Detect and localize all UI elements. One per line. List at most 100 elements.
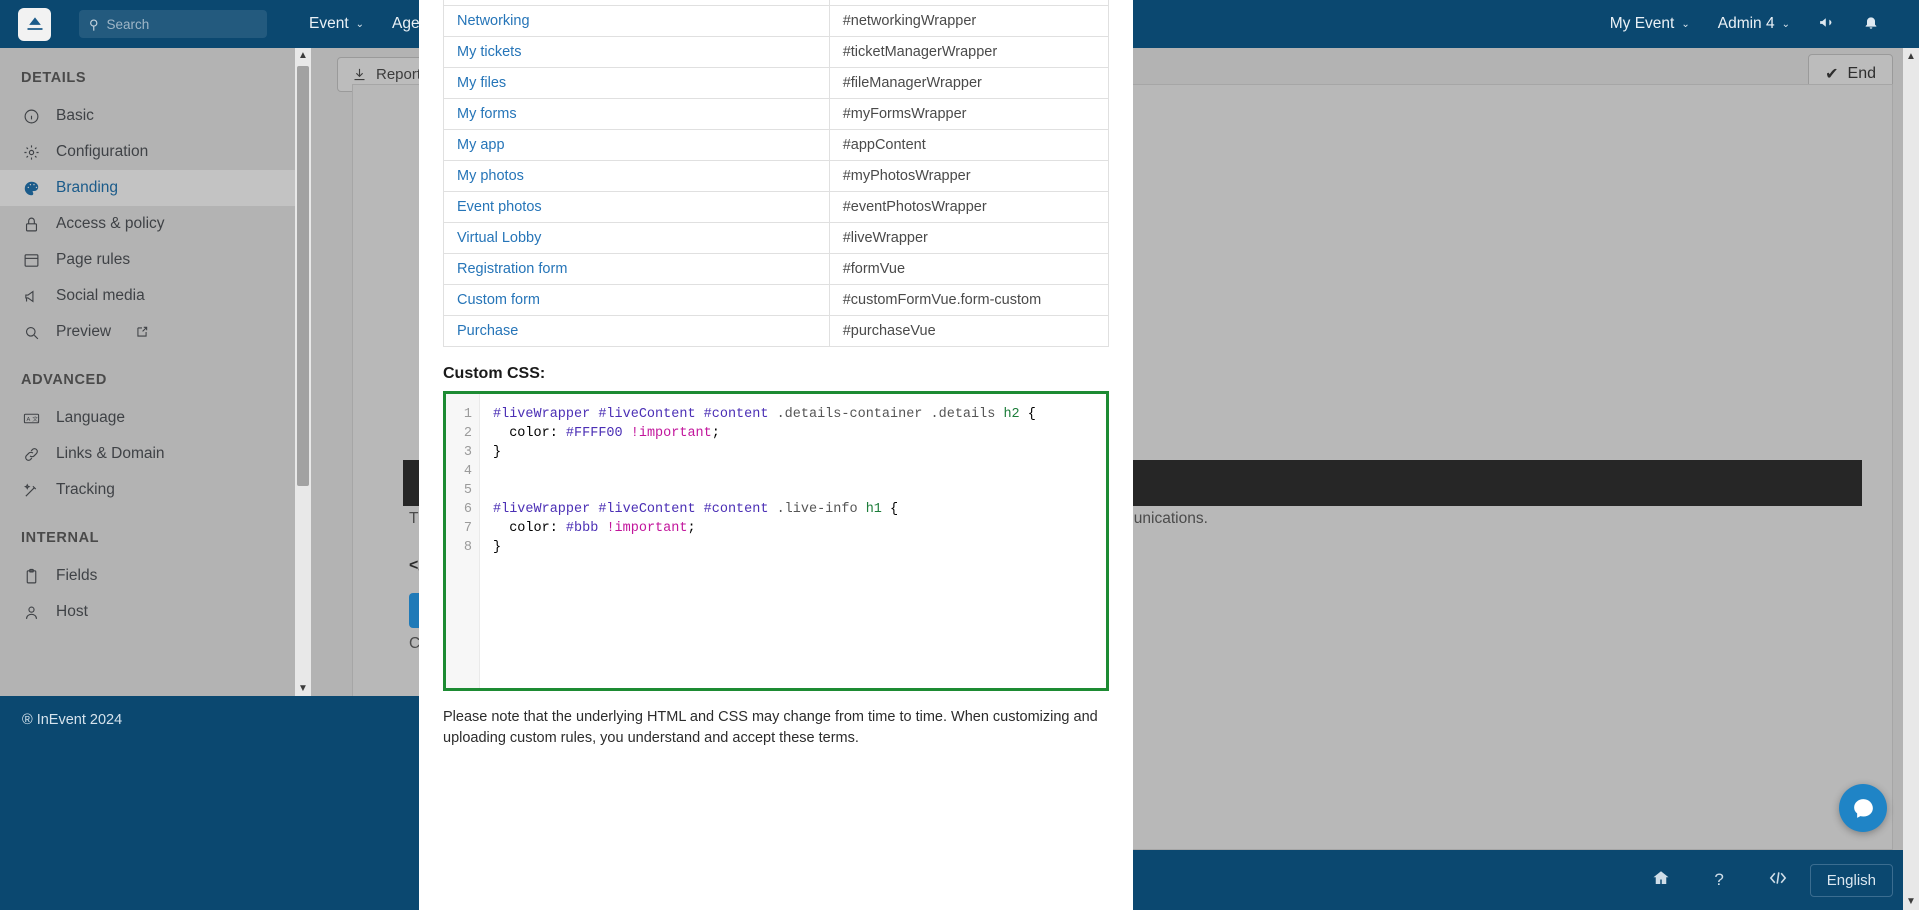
lock-icon — [22, 215, 41, 234]
page-scrollbar[interactable]: ▲ ▼ — [1903, 48, 1919, 910]
search-input[interactable] — [106, 16, 257, 32]
megaphone-icon[interactable] — [1804, 14, 1849, 35]
check-icon: ✔ — [1825, 66, 1839, 83]
app-root: ⚲ Event ⌄ Agenda ⌄ My Event ⌄ Admin 4 ⌄ — [0, 0, 1919, 910]
sidebar-item-configuration[interactable]: Configuration — [0, 134, 295, 170]
gear-icon — [22, 143, 41, 162]
page-footer: ? English — [1133, 850, 1919, 910]
logo-glyph — [27, 17, 42, 30]
intercom-chat-button[interactable] — [1839, 784, 1887, 832]
search-icon — [22, 323, 41, 342]
translate-icon: A文 — [22, 409, 41, 428]
sidebar-item-page-rules-label: Page rules — [56, 251, 131, 268]
help-icon[interactable]: ? — [1692, 870, 1745, 890]
table-row: My tickets #ticketManagerWrapper — [443, 36, 1110, 68]
page-name-cell[interactable]: Custom form — [443, 284, 830, 316]
page-scroll-up-arrow[interactable]: ▲ — [1906, 51, 1916, 62]
external-link-icon — [135, 325, 149, 339]
page-name-cell[interactable]: Purchase — [443, 315, 830, 347]
table-row: Registration form #formVue — [443, 253, 1110, 285]
page-name-cell[interactable]: My app — [443, 129, 830, 161]
page-scroll-down-arrow[interactable]: ▼ — [1906, 896, 1916, 907]
editor-code-area[interactable]: #liveWrapper #liveContent #content .deta… — [480, 394, 1106, 688]
megaphone-glyph — [1820, 17, 1832, 27]
info-circle-icon — [22, 107, 41, 126]
line-number: 6 — [463, 502, 472, 517]
sidebar-item-host[interactable]: Host — [0, 594, 295, 630]
sidebar-item-tracking[interactable]: Tracking — [0, 472, 295, 508]
scroll-down-arrow[interactable]: ▼ — [298, 683, 308, 694]
sidebar-item-tracking-label: Tracking — [56, 481, 115, 498]
line-number: 7 — [463, 521, 472, 536]
sidebar-item-basic[interactable]: Basic — [0, 98, 295, 134]
page-name-cell[interactable]: Networking — [443, 5, 830, 37]
scroll-up-arrow[interactable]: ▲ — [298, 50, 308, 61]
page-name-cell[interactable]: Virtual Lobby — [443, 222, 830, 254]
top-navigation-right: My Event ⌄ Admin 4 ⌄ — [1596, 0, 1919, 48]
page-name-cell[interactable]: My tickets — [443, 36, 830, 68]
intercom-chat-icon — [1853, 798, 1873, 818]
page-name-cell[interactable]: My forms — [443, 98, 830, 130]
search-box[interactable]: ⚲ — [79, 10, 267, 38]
chevron-down-icon: ⌄ — [1781, 18, 1790, 30]
selector-cell: #customFormVue.form-custom — [828, 284, 1110, 316]
selector-cell: #liveWrapper — [828, 222, 1110, 254]
sidebar-group-title-advanced: ADVANCED — [21, 372, 107, 388]
palette-icon — [22, 179, 41, 198]
table-row: Virtual Lobby #liveWrapper — [443, 222, 1110, 254]
sidebar-item-social-media-label: Social media — [56, 287, 145, 304]
line-number: 5 — [463, 483, 472, 498]
download-icon — [354, 68, 365, 80]
sidebar-item-page-rules[interactable]: Page rules — [0, 242, 295, 278]
selector-cell: #eventPhotosWrapper — [828, 191, 1110, 223]
megaphone-icon — [22, 287, 41, 306]
sidebar-group-title-details: DETAILS — [21, 70, 87, 86]
page-selector-table-body: My agenda#myAgendaWrapperNetworking#netw… — [443, 0, 1110, 347]
custom-css-label: Custom CSS: — [443, 365, 546, 382]
sidebar-item-links-domain-label: Links & Domain — [56, 445, 165, 462]
nav-item-event[interactable]: Event ⌄ — [295, 0, 378, 48]
sidebar-scrollbar[interactable]: ▲ ▼ — [295, 48, 311, 696]
line-number: 4 — [463, 464, 472, 479]
window-icon — [22, 251, 41, 270]
modal-disclaimer-note: Please note that the underlying HTML and… — [443, 709, 1098, 746]
sidebar-scrollbar-thumb[interactable] — [297, 66, 309, 486]
nav-item-my-event[interactable]: My Event ⌄ — [1596, 0, 1704, 48]
code-icon[interactable] — [1746, 870, 1810, 891]
table-row: My app #appContent — [443, 129, 1110, 161]
svg-text:A: A — [27, 416, 31, 422]
selector-cell: #purchaseVue — [828, 315, 1110, 347]
modal-body: My agenda#myAgendaWrapperNetworking#netw… — [419, 0, 1133, 749]
sidebar-item-links-domain[interactable]: Links & Domain — [0, 436, 295, 472]
nav-item-admin[interactable]: Admin 4 ⌄ — [1704, 0, 1804, 48]
svg-text:文: 文 — [32, 414, 38, 422]
sidebar-item-access-policy-label: Access & policy — [56, 215, 165, 232]
sidebar-item-configuration-label: Configuration — [56, 143, 149, 160]
sidebar-item-basic-label: Basic — [56, 107, 94, 124]
page-name-cell[interactable]: Event photos — [443, 191, 830, 223]
sidebar-item-fields[interactable]: Fields — [0, 558, 295, 594]
line-number: 1 — [463, 407, 472, 422]
table-row: Custom form #customFormVue.form-custom — [443, 284, 1110, 316]
report-button-label: Report — [376, 65, 422, 83]
sidebar-item-access-policy[interactable]: Access & policy — [0, 206, 295, 242]
page-name-cell[interactable]: Registration form — [443, 253, 830, 285]
page-name-cell[interactable]: My photos — [443, 160, 830, 192]
sidebar-item-language[interactable]: A文 Language — [0, 400, 295, 436]
line-number: 2 — [463, 426, 472, 441]
inevent-logo[interactable] — [18, 7, 51, 41]
custom-css-editor[interactable]: 1 2 3 4 5 6 7 8 #liveWrapper #liveContent #cont… — [443, 391, 1109, 691]
table-row: My photos #myPhotosWrapper — [443, 160, 1110, 192]
sidebar-item-preview[interactable]: Preview — [0, 314, 295, 350]
home-icon[interactable] — [1630, 869, 1692, 892]
code-line: #liveWrapper #liveContent #content .live… — [493, 502, 899, 517]
line-number: 3 — [463, 445, 472, 460]
code-line: color: #bbb !important; — [493, 521, 696, 536]
sidebar-item-branding[interactable]: Branding — [0, 170, 295, 206]
nav-item-event-label: Event — [309, 15, 349, 32]
sidebar-item-social-media[interactable]: Social media — [0, 278, 295, 314]
bell-icon[interactable] — [1849, 14, 1893, 34]
page-name-cell[interactable]: My files — [443, 67, 830, 99]
language-button[interactable]: English — [1809, 863, 1893, 897]
